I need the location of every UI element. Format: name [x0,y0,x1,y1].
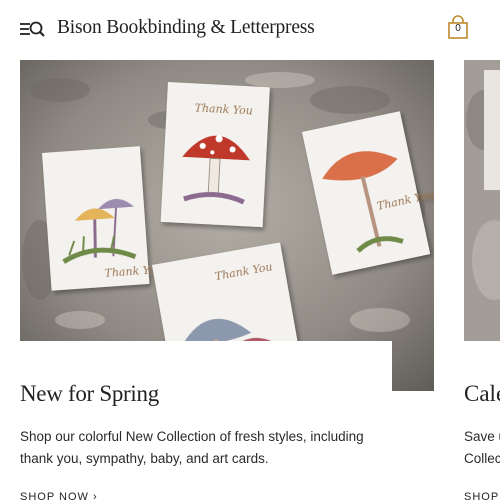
brand-name[interactable]: Bison Bookbinding & Letterpress [57,17,315,39]
calendar-illustration [464,60,500,341]
card-description-2-line2: Collec [464,451,500,466]
card-title[interactable]: New for Spring [20,381,159,407]
shop-now-link[interactable]: SHOP NOW › [20,491,98,503]
shop-now-label: SHOP NOW [20,491,89,503]
cart-button[interactable]: 0 [446,15,470,41]
card-title-2[interactable]: Cale [464,381,500,407]
site-header: Bison Bookbinding & Letterpress 0 [0,0,500,60]
card-description: Shop our colorful New Collection of fres… [20,429,364,466]
menu-search-icon [20,21,45,37]
card-description-2-line1: Save u [464,429,500,444]
cart-count: 0 [455,23,461,34]
card-description-2: Save u Collec [464,426,500,470]
card-image-calendars[interactable] [464,60,500,341]
shop-link-2[interactable]: SHOP [464,491,499,503]
menu-search-button[interactable] [18,18,48,40]
arrow-right-icon: › [92,491,98,503]
